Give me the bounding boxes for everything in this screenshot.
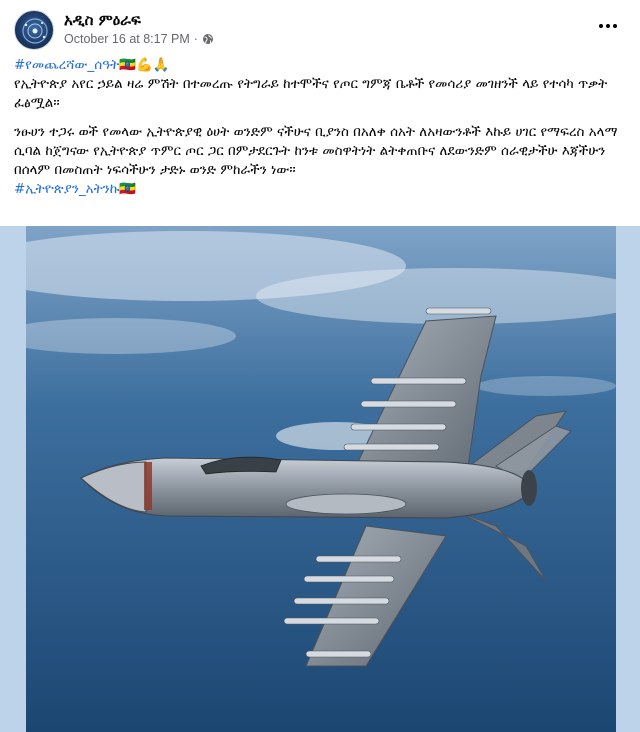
paragraph-1: የኢትዮጵያ አየር ኃይል ዛሬ ምሽት በተመረጡ የትግራይ ከተሞችና … xyxy=(14,76,608,111)
fighter-jet-image xyxy=(26,226,616,732)
hashtag-bottom[interactable]: #ኢትዮጵያን_አትንኩ🇪🇹 xyxy=(14,181,136,197)
post-text: #የመጨረሻው_ሰዓት🇪🇹💪🙏 የኢትዮጵያ አየር ኃይል ዛሬ ምሽት በተ… xyxy=(14,56,626,199)
post-meta: October 16 at 8:17 PM · xyxy=(64,32,214,46)
avatar-logo-icon xyxy=(22,18,48,44)
post-photo[interactable] xyxy=(26,226,616,732)
paragraph-2: ንፁሀን ተጋሩ ወች የመላው ኢትዮጵያዊ ዕሀት ወንድም ናችሁና ቢያ… xyxy=(14,124,618,178)
post-header: አዲስ ምዕራፍ October 16 at 8:17 PM · xyxy=(14,10,626,54)
hashtag-top[interactable]: #የመጨረሻው_ሰዓት🇪🇹💪🙏 xyxy=(14,57,170,73)
globe-icon xyxy=(202,34,213,44)
meta-separator: · xyxy=(193,32,198,46)
more-horizontal-icon-dot xyxy=(606,24,610,28)
avatar[interactable] xyxy=(14,10,54,50)
page-name[interactable]: አዲስ ምዕራፍ xyxy=(64,11,141,29)
media-frame xyxy=(0,226,640,732)
more-options-button[interactable] xyxy=(592,14,624,38)
timestamp[interactable]: October 16 at 8:17 PM xyxy=(64,32,190,46)
more-horizontal-icon xyxy=(599,24,603,28)
more-horizontal-icon-dot xyxy=(613,24,617,28)
